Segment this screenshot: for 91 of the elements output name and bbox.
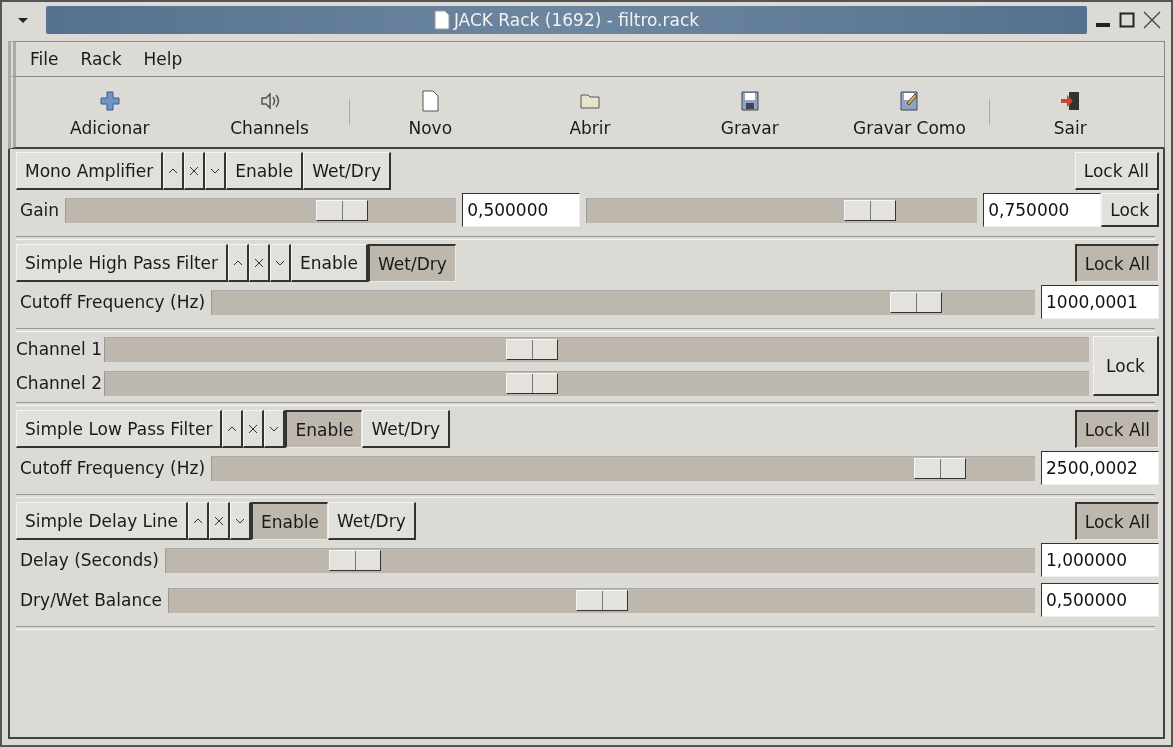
speaker-icon bbox=[258, 90, 281, 112]
plugin-menu-button[interactable]: Simple High Pass Filter bbox=[16, 244, 229, 282]
remove-button[interactable] bbox=[243, 410, 265, 448]
slider-track[interactable] bbox=[164, 547, 1035, 573]
menu-item[interactable]: File bbox=[30, 49, 59, 69]
window-menu-icon[interactable] bbox=[16, 15, 30, 25]
control-label: Delay (Seconds) bbox=[20, 550, 159, 570]
menu-item[interactable]: Help bbox=[143, 49, 183, 69]
channel-label: Channel 2 bbox=[16, 373, 102, 393]
value-field[interactable]: 2500,0002 bbox=[1041, 451, 1159, 485]
wet-dry-toggle[interactable]: Wet/Dry bbox=[327, 502, 416, 540]
control-label: Dry/Wet Balance bbox=[20, 590, 162, 610]
remove-button[interactable] bbox=[249, 244, 271, 282]
value-field[interactable]: 0,500000 bbox=[462, 193, 581, 227]
lock-button[interactable]: Lock bbox=[1101, 193, 1159, 227]
chevron-up-icon bbox=[227, 424, 238, 433]
value-field[interactable]: 1,000000 bbox=[1041, 543, 1159, 577]
plugin-menu-button[interactable]: Simple Low Pass Filter bbox=[16, 410, 223, 448]
slider-thumb[interactable] bbox=[890, 291, 943, 313]
maximize-icon[interactable] bbox=[1119, 12, 1135, 28]
slider-track[interactable] bbox=[586, 197, 978, 223]
wet-dry-toggle[interactable]: Wet/Dry bbox=[303, 152, 391, 190]
slider-thumb[interactable] bbox=[913, 457, 966, 479]
wet-dry-toggle[interactable]: Wet/Dry bbox=[367, 244, 456, 282]
lock-all-toggle[interactable]: Lock All bbox=[1074, 410, 1159, 448]
enable-toggle[interactable]: Enable bbox=[226, 152, 304, 190]
value-field[interactable]: 0,750000 bbox=[983, 193, 1102, 227]
slider-track[interactable] bbox=[168, 587, 1035, 613]
toolbar-button[interactable]: Gravar Como bbox=[829, 86, 990, 138]
wet-dry-toggle[interactable]: Wet/Dry bbox=[362, 410, 451, 448]
toolbar-button[interactable]: Channels bbox=[189, 86, 350, 138]
slider-track[interactable] bbox=[65, 197, 457, 223]
toolbar-button[interactable]: Novo bbox=[350, 86, 511, 138]
chevron-up-icon bbox=[233, 258, 244, 267]
enable-toggle[interactable]: Enable bbox=[251, 502, 328, 540]
close-icon bbox=[214, 515, 225, 526]
slider-track[interactable] bbox=[104, 336, 1089, 362]
remove-button[interactable] bbox=[209, 502, 231, 540]
plus-icon bbox=[98, 90, 121, 112]
document-icon bbox=[419, 90, 442, 112]
floppy-disk-pencil-icon bbox=[898, 90, 921, 112]
lock-all-toggle[interactable]: Lock All bbox=[1074, 502, 1159, 540]
move-down-button[interactable] bbox=[230, 502, 252, 540]
enable-toggle[interactable]: Enable bbox=[285, 410, 363, 448]
plugin-menu-button[interactable]: Mono Amplifier bbox=[16, 152, 164, 190]
remove-button[interactable] bbox=[184, 152, 206, 190]
close-icon bbox=[189, 165, 200, 176]
chevron-down-icon bbox=[275, 258, 286, 267]
exit-door-icon bbox=[1059, 90, 1082, 112]
move-down-button[interactable] bbox=[205, 152, 227, 190]
chevron-down-icon bbox=[269, 424, 280, 433]
window-title: JACK Rack (1692) - filtro.rack bbox=[453, 10, 700, 30]
move-down-button[interactable] bbox=[270, 244, 292, 282]
slider-track[interactable] bbox=[211, 289, 1035, 315]
plugin-menu-button[interactable]: Simple Delay Line bbox=[16, 502, 189, 540]
control-label: Gain bbox=[20, 200, 60, 220]
enable-toggle[interactable]: Enable bbox=[291, 244, 368, 282]
document-icon bbox=[433, 10, 450, 30]
close-icon bbox=[254, 257, 265, 268]
chevron-up-icon bbox=[168, 166, 179, 175]
chevron-down-icon bbox=[210, 166, 221, 175]
value-field[interactable]: 0,500000 bbox=[1041, 583, 1159, 617]
toolbar-button[interactable]: Gravar bbox=[669, 86, 830, 138]
control-label: Cutoff Frequency (Hz) bbox=[20, 458, 206, 478]
close-icon[interactable] bbox=[1143, 11, 1161, 29]
control-label: Cutoff Frequency (Hz) bbox=[20, 292, 206, 312]
slider-thumb[interactable] bbox=[316, 199, 369, 221]
move-up-button[interactable] bbox=[163, 152, 185, 190]
slider-thumb[interactable] bbox=[329, 549, 382, 571]
chevron-up-icon bbox=[193, 516, 204, 525]
toolbar-button[interactable]: Abrir bbox=[510, 86, 670, 138]
move-down-button[interactable] bbox=[264, 410, 286, 448]
move-up-button[interactable] bbox=[228, 244, 250, 282]
chevron-down-icon bbox=[235, 516, 246, 525]
slider-track[interactable] bbox=[211, 455, 1035, 481]
channel-label: Channel 1 bbox=[16, 339, 102, 359]
lock-button[interactable]: Lock bbox=[1093, 336, 1159, 396]
slider-thumb[interactable] bbox=[844, 199, 897, 221]
toolbar-button[interactable]: Adicionar bbox=[30, 86, 190, 138]
toolbar-button[interactable]: Sair bbox=[990, 86, 1151, 138]
lock-all-toggle[interactable]: Lock All bbox=[1074, 152, 1159, 190]
move-up-button[interactable] bbox=[222, 410, 244, 448]
slider-thumb[interactable] bbox=[505, 372, 558, 394]
slider-track[interactable] bbox=[104, 370, 1089, 396]
move-up-button[interactable] bbox=[188, 502, 210, 540]
close-icon bbox=[248, 423, 259, 434]
slider-thumb[interactable] bbox=[576, 589, 628, 611]
lock-all-toggle[interactable]: Lock All bbox=[1074, 244, 1159, 282]
slider-thumb[interactable] bbox=[505, 338, 558, 360]
menu-item[interactable]: Rack bbox=[80, 49, 122, 69]
value-field[interactable]: 1000,0001 bbox=[1041, 285, 1159, 319]
